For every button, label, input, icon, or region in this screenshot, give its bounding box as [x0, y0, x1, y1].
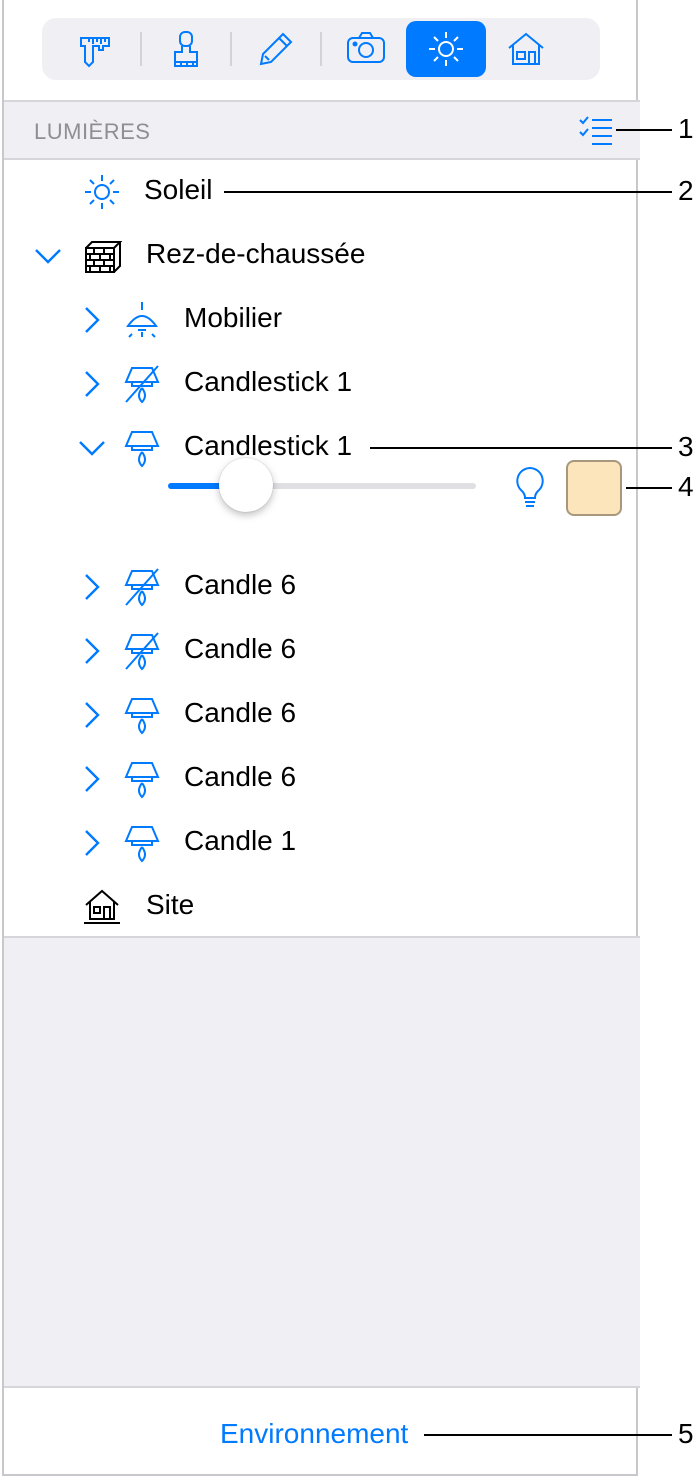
toolbar-divider — [230, 32, 232, 66]
intensity-slider-thumb[interactable] — [218, 458, 273, 512]
tree-label: Candle 6 — [184, 569, 297, 600]
callout-leader — [424, 1434, 672, 1436]
mode-toolbar — [42, 18, 600, 80]
tree-row-light[interactable]: Mobilier — [4, 288, 640, 352]
chevron-right-icon[interactable] — [76, 699, 108, 731]
light-color-swatch[interactable] — [566, 460, 622, 516]
tree-label: Candle 6 — [184, 697, 297, 728]
chevron-down-icon[interactable] — [32, 240, 64, 272]
chevron-right-icon[interactable] — [76, 368, 108, 400]
callout-number: 2 — [678, 175, 694, 206]
callout-number: 4 — [678, 471, 694, 502]
tab-3d-view[interactable] — [486, 21, 566, 77]
tab-lights[interactable] — [406, 21, 486, 77]
tab-camera[interactable] — [326, 21, 406, 77]
tree-row-level[interactable]: Rez-de-chaussée — [4, 224, 640, 288]
tree-label: Candle 1 — [184, 825, 297, 856]
lamp-icon — [124, 762, 160, 799]
lamp-icon — [124, 698, 160, 735]
toolbar-divider — [320, 32, 322, 66]
tab-edit[interactable] — [236, 21, 316, 77]
checklist-icon[interactable] — [576, 112, 616, 152]
lamp-off-icon — [124, 568, 160, 607]
callout-number: 1 — [678, 113, 694, 144]
brick-box-icon — [85, 241, 123, 273]
tree-label: Rez-de-chaussée — [146, 238, 366, 269]
empty-list-area — [4, 936, 640, 1388]
house-icon — [508, 32, 544, 65]
tab-materials[interactable] — [146, 21, 226, 77]
lights-panel: LUMIÈRES Soleil Rez-de-chaussée Mobilier… — [2, 0, 640, 1476]
lamp-icon — [124, 431, 160, 468]
tree-row-light[interactable]: Candle 1 — [4, 811, 640, 875]
tree-label: Site — [146, 889, 195, 920]
caliper-icon — [80, 37, 110, 68]
tree-row-light[interactable]: Candlestick 1 — [4, 352, 640, 416]
chevron-right-icon[interactable] — [76, 304, 108, 336]
intensity-slider-track[interactable] — [168, 483, 476, 489]
section-header: LUMIÈRES — [4, 100, 640, 160]
chevron-right-icon[interactable] — [76, 827, 108, 859]
tree-row-site[interactable]: Site — [4, 875, 640, 939]
tree-label: Candlestick 1 — [184, 366, 353, 397]
callout-number: 5 — [678, 1418, 694, 1449]
callout-number: 3 — [678, 431, 694, 462]
pencil-icon — [259, 32, 293, 66]
brush-icon — [174, 31, 198, 67]
section-title: LUMIÈRES — [34, 119, 151, 144]
tree-label: Mobilier — [184, 302, 283, 333]
site-house-icon — [84, 889, 120, 924]
callout-leader — [370, 447, 672, 449]
sun-icon — [429, 32, 463, 66]
lamp-off-icon — [124, 365, 160, 404]
camera-icon — [347, 32, 385, 63]
chevron-right-icon[interactable] — [76, 635, 108, 667]
tree-label: Candle 6 — [184, 761, 297, 792]
chevron-right-icon[interactable] — [76, 763, 108, 795]
tree-label: Candlestick 1 — [184, 430, 353, 461]
tab-measure[interactable] — [56, 21, 136, 77]
ceiling-lamp-icon — [126, 302, 158, 338]
lamp-off-icon — [124, 632, 160, 671]
chevron-right-icon[interactable] — [76, 571, 108, 603]
tree-row-light[interactable]: Candle 6 — [4, 747, 640, 811]
tree-label: Soleil — [144, 174, 213, 205]
callout-leader — [224, 191, 672, 193]
bulb-icon[interactable] — [510, 464, 550, 512]
tree-row-light[interactable]: Candle 6 — [4, 683, 640, 747]
toolbar-divider — [140, 32, 142, 66]
environment-link[interactable]: Environnement — [220, 1418, 408, 1450]
callout-leader — [626, 487, 672, 489]
sun-icon — [85, 175, 119, 209]
tree-row-light[interactable]: Candle 6 — [4, 619, 640, 683]
tree-label: Candle 6 — [184, 633, 297, 664]
lamp-icon — [124, 826, 160, 863]
callout-leader — [616, 129, 672, 131]
tree-row-light[interactable]: Candle 6 — [4, 555, 640, 619]
chevron-down-icon[interactable] — [76, 432, 108, 464]
